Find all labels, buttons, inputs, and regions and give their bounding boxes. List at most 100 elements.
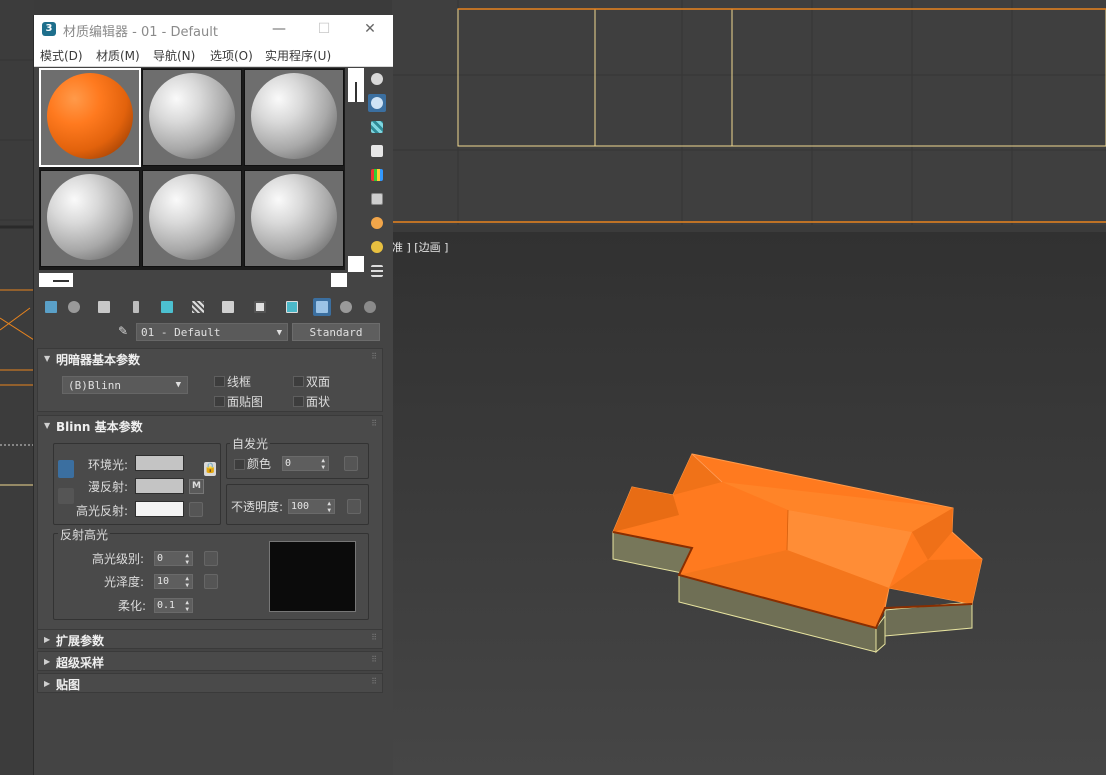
material-map-navigator-icon[interactable] bbox=[368, 262, 386, 280]
uv-tiling-icon[interactable] bbox=[368, 142, 386, 160]
shader-dropdown[interactable]: (B)Blinn ▼ bbox=[62, 376, 188, 394]
top-viewport[interactable] bbox=[392, 0, 1106, 225]
menu-material[interactable]: 材质(M) bbox=[96, 47, 140, 64]
go-forward-sibling-icon[interactable] bbox=[337, 298, 355, 316]
sample-slot-3[interactable] bbox=[244, 69, 344, 166]
roof-model[interactable] bbox=[392, 232, 1106, 775]
drag-grip-icon: ⠿ bbox=[371, 655, 377, 664]
maps-rollout[interactable]: ▶ 贴图 ⠿ bbox=[37, 673, 383, 693]
rollout-header[interactable]: ▼ 明暗器基本参数 ⠿ bbox=[38, 349, 382, 369]
put-to-scene-icon[interactable] bbox=[65, 298, 83, 316]
go-to-parent-icon[interactable] bbox=[313, 298, 331, 316]
lock-ambient-diffuse-icon[interactable] bbox=[58, 460, 74, 478]
specular-color-swatch[interactable] bbox=[135, 501, 184, 517]
close-button[interactable]: ✕ bbox=[360, 19, 380, 39]
video-color-check-icon[interactable] bbox=[368, 166, 386, 184]
menu-utilities[interactable]: 实用程序(U) bbox=[265, 47, 331, 64]
spec-level-label: 高光级别: bbox=[92, 552, 145, 566]
drag-grip-icon: ⠿ bbox=[371, 633, 377, 642]
spinner-arrows-icon: ▲ ▼ bbox=[185, 575, 189, 589]
window-title: 材质编辑器 - 01 - Default bbox=[63, 25, 218, 40]
material-id-channel-icon[interactable] bbox=[219, 298, 237, 316]
sample-slot-2[interactable] bbox=[142, 69, 242, 166]
soften-value: 0.1 bbox=[157, 600, 176, 611]
sample-slot-1[interactable] bbox=[39, 68, 141, 167]
expand-arrow-icon: ▶ bbox=[44, 635, 51, 644]
collapse-arrow-icon: ▼ bbox=[44, 354, 51, 363]
ambient-label: 环境光: bbox=[88, 458, 129, 472]
show-end-result-icon[interactable] bbox=[283, 298, 301, 316]
menu-options[interactable]: 选项(O) bbox=[210, 47, 253, 64]
link-icon[interactable] bbox=[58, 488, 74, 504]
specular-map-button[interactable] bbox=[189, 502, 203, 517]
material-name-dropdown[interactable]: 01 - Default ▼ bbox=[136, 323, 288, 341]
select-by-material-icon[interactable] bbox=[368, 238, 386, 256]
get-material-icon[interactable] bbox=[42, 298, 60, 316]
sample-type-icon[interactable] bbox=[368, 70, 386, 88]
two-sided-label: 双面 bbox=[306, 375, 331, 389]
rollout-header[interactable]: ▶ 贴图 ⠿ bbox=[38, 674, 382, 694]
spec-level-spinner[interactable]: 0 ▲ ▼ bbox=[154, 551, 193, 566]
title-bar[interactable]: 3 材质编辑器 - 01 - Default — ☐ ✕ bbox=[34, 15, 393, 44]
face-map-label: 面贴图 bbox=[227, 395, 264, 409]
diffuse-map-button[interactable]: M bbox=[189, 479, 204, 494]
backlight-icon[interactable] bbox=[368, 94, 386, 112]
faceted-checkbox[interactable] bbox=[293, 396, 304, 407]
maximize-button[interactable]: ☐ bbox=[314, 19, 334, 39]
material-sphere-preview bbox=[47, 73, 133, 159]
make-unique-icon[interactable] bbox=[158, 298, 176, 316]
wire-checkbox[interactable] bbox=[214, 376, 225, 387]
options-icon[interactable] bbox=[368, 214, 386, 232]
material-name: 01 - Default bbox=[141, 326, 221, 339]
diffuse-color-swatch[interactable] bbox=[135, 478, 184, 494]
wire-label: 线框 bbox=[227, 375, 252, 389]
soften-spinner[interactable]: 0.1 ▲ ▼ bbox=[154, 598, 193, 613]
supersampling-rollout[interactable]: ▶ 超级采样 ⠿ bbox=[37, 651, 383, 671]
opacity-spinner[interactable]: 100 ▲ ▼ bbox=[288, 499, 335, 514]
make-preview-icon[interactable] bbox=[368, 190, 386, 208]
pick-from-object-icon[interactable] bbox=[361, 298, 379, 316]
assign-to-selection-icon[interactable] bbox=[95, 298, 113, 316]
self-illum-value: 0 bbox=[285, 458, 292, 469]
eyedropper-icon[interactable]: ✎ bbox=[118, 324, 132, 340]
reset-map-icon[interactable] bbox=[127, 298, 145, 316]
highlight-curve-preview bbox=[269, 541, 356, 612]
two-sided-checkbox[interactable] bbox=[293, 376, 304, 387]
expand-arrow-icon: ▶ bbox=[44, 679, 51, 688]
menu-mode[interactable]: 模式(D) bbox=[40, 47, 83, 64]
self-illum-color-checkbox[interactable] bbox=[234, 459, 245, 470]
material-sphere-preview bbox=[149, 174, 235, 260]
drag-grip-icon: ⠿ bbox=[371, 352, 377, 361]
soften-label: 柔化: bbox=[118, 599, 147, 613]
slot-horizontal-scrollbar[interactable] bbox=[39, 273, 364, 287]
rollout-title: Blinn 基本参数 bbox=[56, 420, 143, 434]
self-illum-color-label: 颜色 bbox=[247, 457, 272, 471]
ambient-color-swatch[interactable] bbox=[135, 455, 184, 471]
opacity-map-button[interactable] bbox=[347, 499, 361, 514]
put-to-library-icon[interactable] bbox=[189, 298, 207, 316]
rollout-header[interactable]: ▼ Blinn 基本参数 ⠿ bbox=[38, 416, 382, 436]
sample-slot-6[interactable] bbox=[244, 170, 344, 267]
face-map-checkbox[interactable] bbox=[214, 396, 225, 407]
slot-vertical-scrollbar[interactable] bbox=[348, 68, 364, 273]
rollout-header[interactable]: ▶ 超级采样 ⠿ bbox=[38, 652, 382, 672]
minimize-button[interactable]: — bbox=[269, 19, 289, 39]
self-illum-spinner[interactable]: 0 ▲ ▼ bbox=[282, 456, 329, 471]
spinner-arrows-icon: ▲ ▼ bbox=[185, 552, 189, 566]
material-type-button[interactable]: Standard bbox=[292, 323, 380, 341]
sample-slot-5[interactable] bbox=[142, 170, 242, 267]
self-illum-map-button[interactable] bbox=[344, 456, 358, 471]
lock-icon[interactable]: 🔒 bbox=[204, 462, 216, 476]
spec-level-map-button[interactable] bbox=[204, 551, 218, 566]
material-sphere-preview bbox=[149, 73, 235, 159]
menu-navigation[interactable]: 导航(N) bbox=[153, 47, 195, 64]
extended-params-rollout[interactable]: ▶ 扩展参数 ⠿ bbox=[37, 629, 383, 649]
perspective-viewport[interactable]: 准 ] [边画 ] bbox=[392, 232, 1106, 775]
glossiness-map-button[interactable] bbox=[204, 574, 218, 589]
sample-slot-4[interactable] bbox=[40, 170, 140, 267]
rollout-header[interactable]: ▶ 扩展参数 ⠿ bbox=[38, 630, 382, 650]
glossiness-spinner[interactable]: 10 ▲ ▼ bbox=[154, 574, 193, 589]
background-icon[interactable] bbox=[368, 118, 386, 136]
left-viewport[interactable] bbox=[0, 0, 34, 775]
show-shaded-map-icon[interactable] bbox=[251, 298, 269, 316]
